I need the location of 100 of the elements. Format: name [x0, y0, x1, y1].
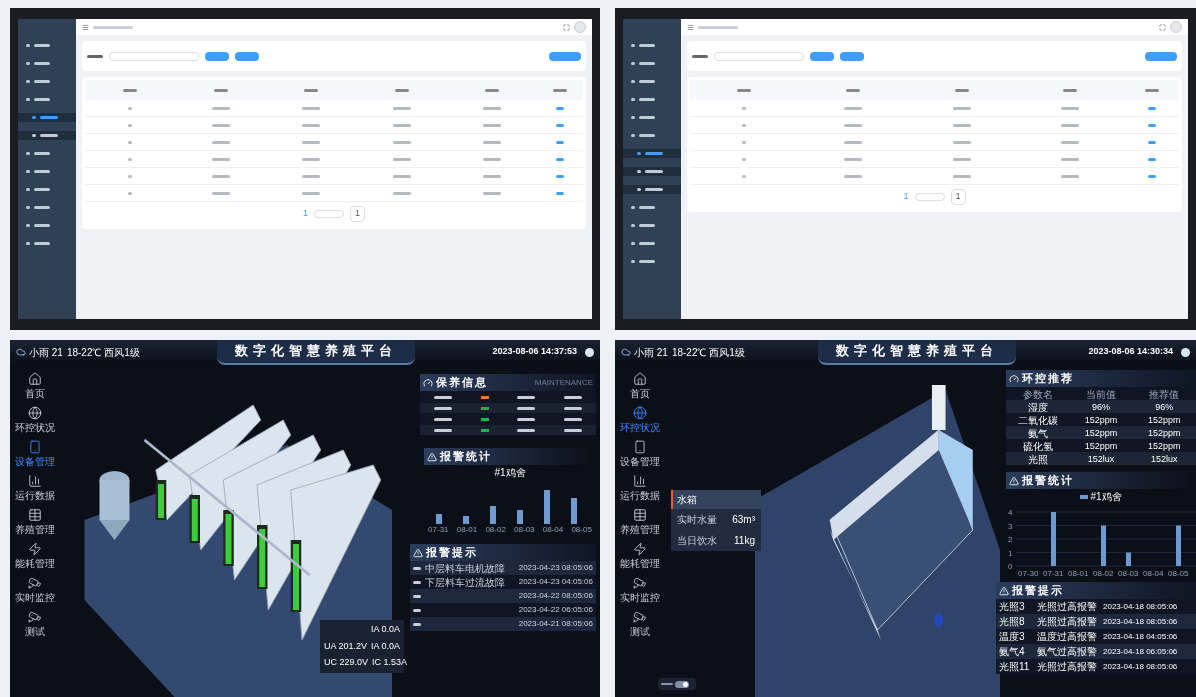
nav-icon	[633, 610, 647, 624]
alarm-text: 光照过高报警	[1037, 660, 1098, 674]
x-tick-label: 08-01	[1068, 569, 1090, 578]
nav-item[interactable]: 实时监控	[620, 576, 660, 603]
illegible-text	[128, 123, 133, 127]
illegible-text	[1147, 174, 1156, 178]
menu-icon[interactable]	[687, 23, 694, 31]
illegible-text	[844, 174, 862, 178]
illegible-text	[645, 188, 663, 191]
platform-title: 数字化智慧养殖平台	[217, 340, 416, 365]
nav-item[interactable]: 测试	[25, 610, 45, 637]
illegible-text	[737, 88, 752, 92]
power-reading: IA 0.0A	[370, 623, 400, 636]
alarm-source: 温度3	[999, 630, 1026, 644]
illegible-text	[645, 152, 663, 155]
nav-icon	[633, 406, 647, 420]
illegible-text	[517, 428, 536, 432]
search-button[interactable]	[205, 51, 229, 61]
reset-button[interactable]	[235, 51, 259, 61]
panel-title: 报警统计	[1022, 473, 1074, 489]
nav-item[interactable]: 设备管理	[620, 440, 660, 467]
illegible-text	[1061, 140, 1080, 144]
illegible-text	[556, 157, 565, 161]
nav-item[interactable]: 运行数据	[15, 474, 55, 501]
avatar[interactable]	[1181, 347, 1190, 357]
illegible-text	[34, 170, 50, 173]
warning-icon	[427, 451, 437, 462]
nav-icon	[633, 372, 647, 386]
illegible-text	[631, 98, 635, 101]
search-field[interactable]	[109, 51, 199, 61]
illegible-text	[846, 88, 860, 92]
illegible-text	[128, 157, 133, 161]
nav-icon	[633, 474, 647, 488]
illegible-text	[692, 54, 708, 58]
weather-detail: 18-22℃ 西风1级	[671, 345, 745, 360]
illegible-text	[211, 174, 230, 178]
illegible-text	[413, 580, 421, 584]
illegible-text	[302, 157, 321, 161]
cloud-icon	[621, 347, 631, 357]
gauge-icon	[1009, 373, 1019, 384]
illegible-text	[1147, 140, 1156, 144]
nav-item[interactable]: 养殖管理	[620, 508, 660, 535]
illegible-text	[952, 106, 971, 110]
fullscreen-icon[interactable]	[563, 23, 570, 31]
add-button[interactable]	[1145, 51, 1177, 61]
axis-label: 08-02	[485, 524, 506, 536]
illegible-text	[1061, 106, 1080, 110]
illegible-text	[639, 206, 655, 209]
menu-icon[interactable]	[82, 23, 89, 31]
warning-icon	[999, 585, 1009, 596]
table-cell-text: 152ppm	[1084, 439, 1118, 453]
illegible-text	[639, 62, 655, 65]
table-cell-text: 硫化氢	[1022, 440, 1053, 454]
reset-button[interactable]	[840, 51, 864, 61]
illegible-text	[844, 157, 862, 161]
alarm-time: 2023-04-18 08:05:06	[1103, 660, 1178, 673]
nav-item[interactable]: 养殖管理	[15, 508, 55, 535]
nav-item[interactable]: 能耗管理	[15, 542, 55, 569]
alarm-text: 光照过高报警	[1037, 615, 1098, 629]
alarm-time: 2023-04-18 08:05:06	[1103, 615, 1178, 628]
illegible-text	[553, 88, 568, 92]
illegible-text	[1144, 88, 1159, 92]
illegible-text	[1061, 123, 1080, 127]
nav-item[interactable]: 运行数据	[620, 474, 660, 501]
alarm-time: 2023-04-22 08:05:06	[518, 590, 593, 602]
nav-item[interactable]: 能耗管理	[620, 542, 660, 569]
alarm-source: 氨气4	[999, 645, 1026, 659]
search-field[interactable]	[714, 51, 804, 61]
goto-page-field[interactable]: 1	[350, 206, 365, 222]
illegible-text	[563, 406, 582, 410]
nav-item[interactable]: 首页	[25, 372, 45, 399]
alarm-time: 2023-04-23 04:05:06	[518, 576, 593, 588]
illegible-text	[413, 594, 421, 598]
illegible-text	[26, 44, 30, 47]
nav-item[interactable]: 环控状况	[15, 406, 55, 433]
avatar[interactable]	[585, 347, 594, 357]
add-button[interactable]	[549, 51, 581, 61]
nav-item[interactable]: 环控状况	[620, 406, 660, 433]
illegible-text	[392, 106, 411, 110]
axis-label: 08-03	[514, 524, 535, 536]
nav-item[interactable]: 测试	[630, 610, 650, 637]
illegible-text	[26, 206, 30, 209]
goto-page-field[interactable]: 1	[950, 189, 966, 205]
warning-icon	[413, 547, 423, 558]
search-button[interactable]	[810, 51, 834, 61]
nav-item[interactable]: 设备管理	[15, 440, 55, 467]
power-reading: IC 1.53A	[372, 656, 408, 669]
panel-title: 保养信息	[436, 375, 488, 391]
alarm-text: 下层料车过流故障	[425, 575, 505, 590]
nav-icon	[633, 576, 647, 590]
fullscreen-icon[interactable]	[1159, 23, 1166, 31]
illegible-text	[1147, 123, 1156, 127]
nav-item[interactable]: 实时监控	[15, 576, 55, 603]
illegible-text	[639, 98, 655, 101]
nav-item[interactable]: 首页	[630, 372, 650, 399]
illegible-text	[128, 106, 133, 110]
illegible-text	[631, 134, 635, 137]
toggle-switch[interactable]	[675, 680, 689, 688]
chart-legend: #1鸡舍	[494, 465, 526, 480]
table-cell-text: 光照	[1027, 453, 1048, 467]
